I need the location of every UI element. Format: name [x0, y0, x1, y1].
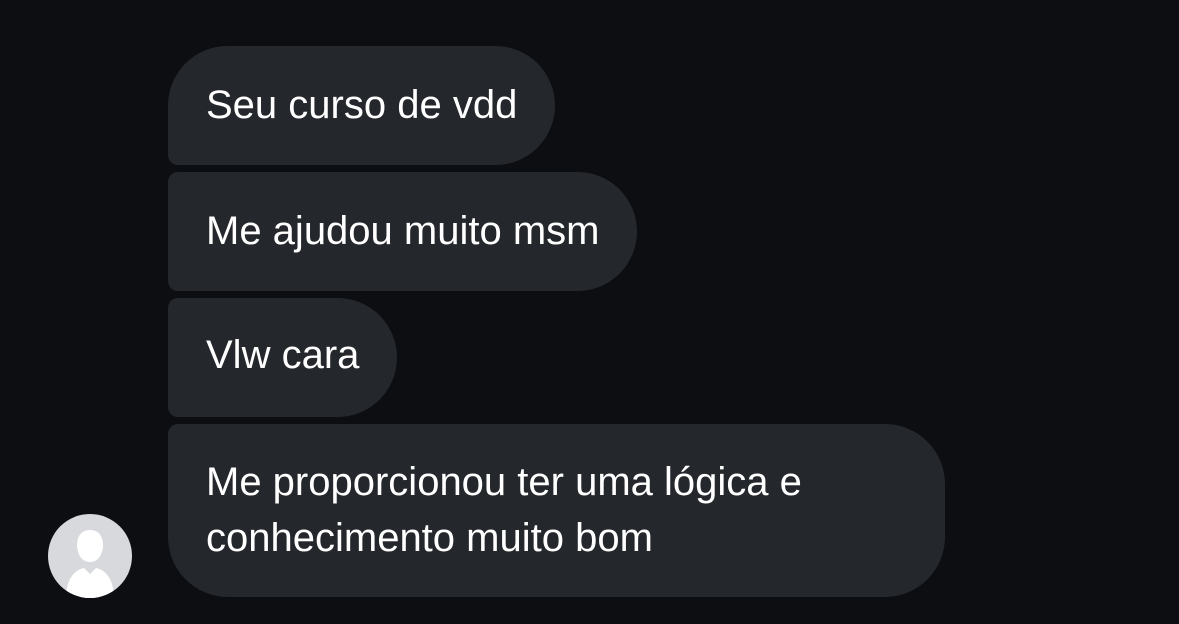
message-bubble[interactable]: Seu curso de vdd [168, 46, 556, 165]
message-bubble[interactable]: Me ajudou muito msm [168, 172, 638, 291]
message-bubble[interactable]: Vlw cara [168, 298, 398, 417]
message-text-line: Me proporcionou ter uma lógica e [206, 460, 802, 504]
message-text: Seu curso de vdd [206, 83, 518, 127]
default-person-silhouette-icon [66, 530, 114, 598]
message-text-line: conhecimento muito bom [206, 516, 653, 560]
message-bubble[interactable]: Me proporcionou ter uma lógica e conheci… [168, 424, 945, 597]
message-text: Vlw cara [206, 333, 360, 377]
sender-avatar[interactable] [48, 514, 132, 598]
message-text: Me ajudou muito msm [206, 209, 600, 253]
message-thread: Seu curso de vdd Me ajudou muito msm Vlw… [0, 0, 1179, 624]
